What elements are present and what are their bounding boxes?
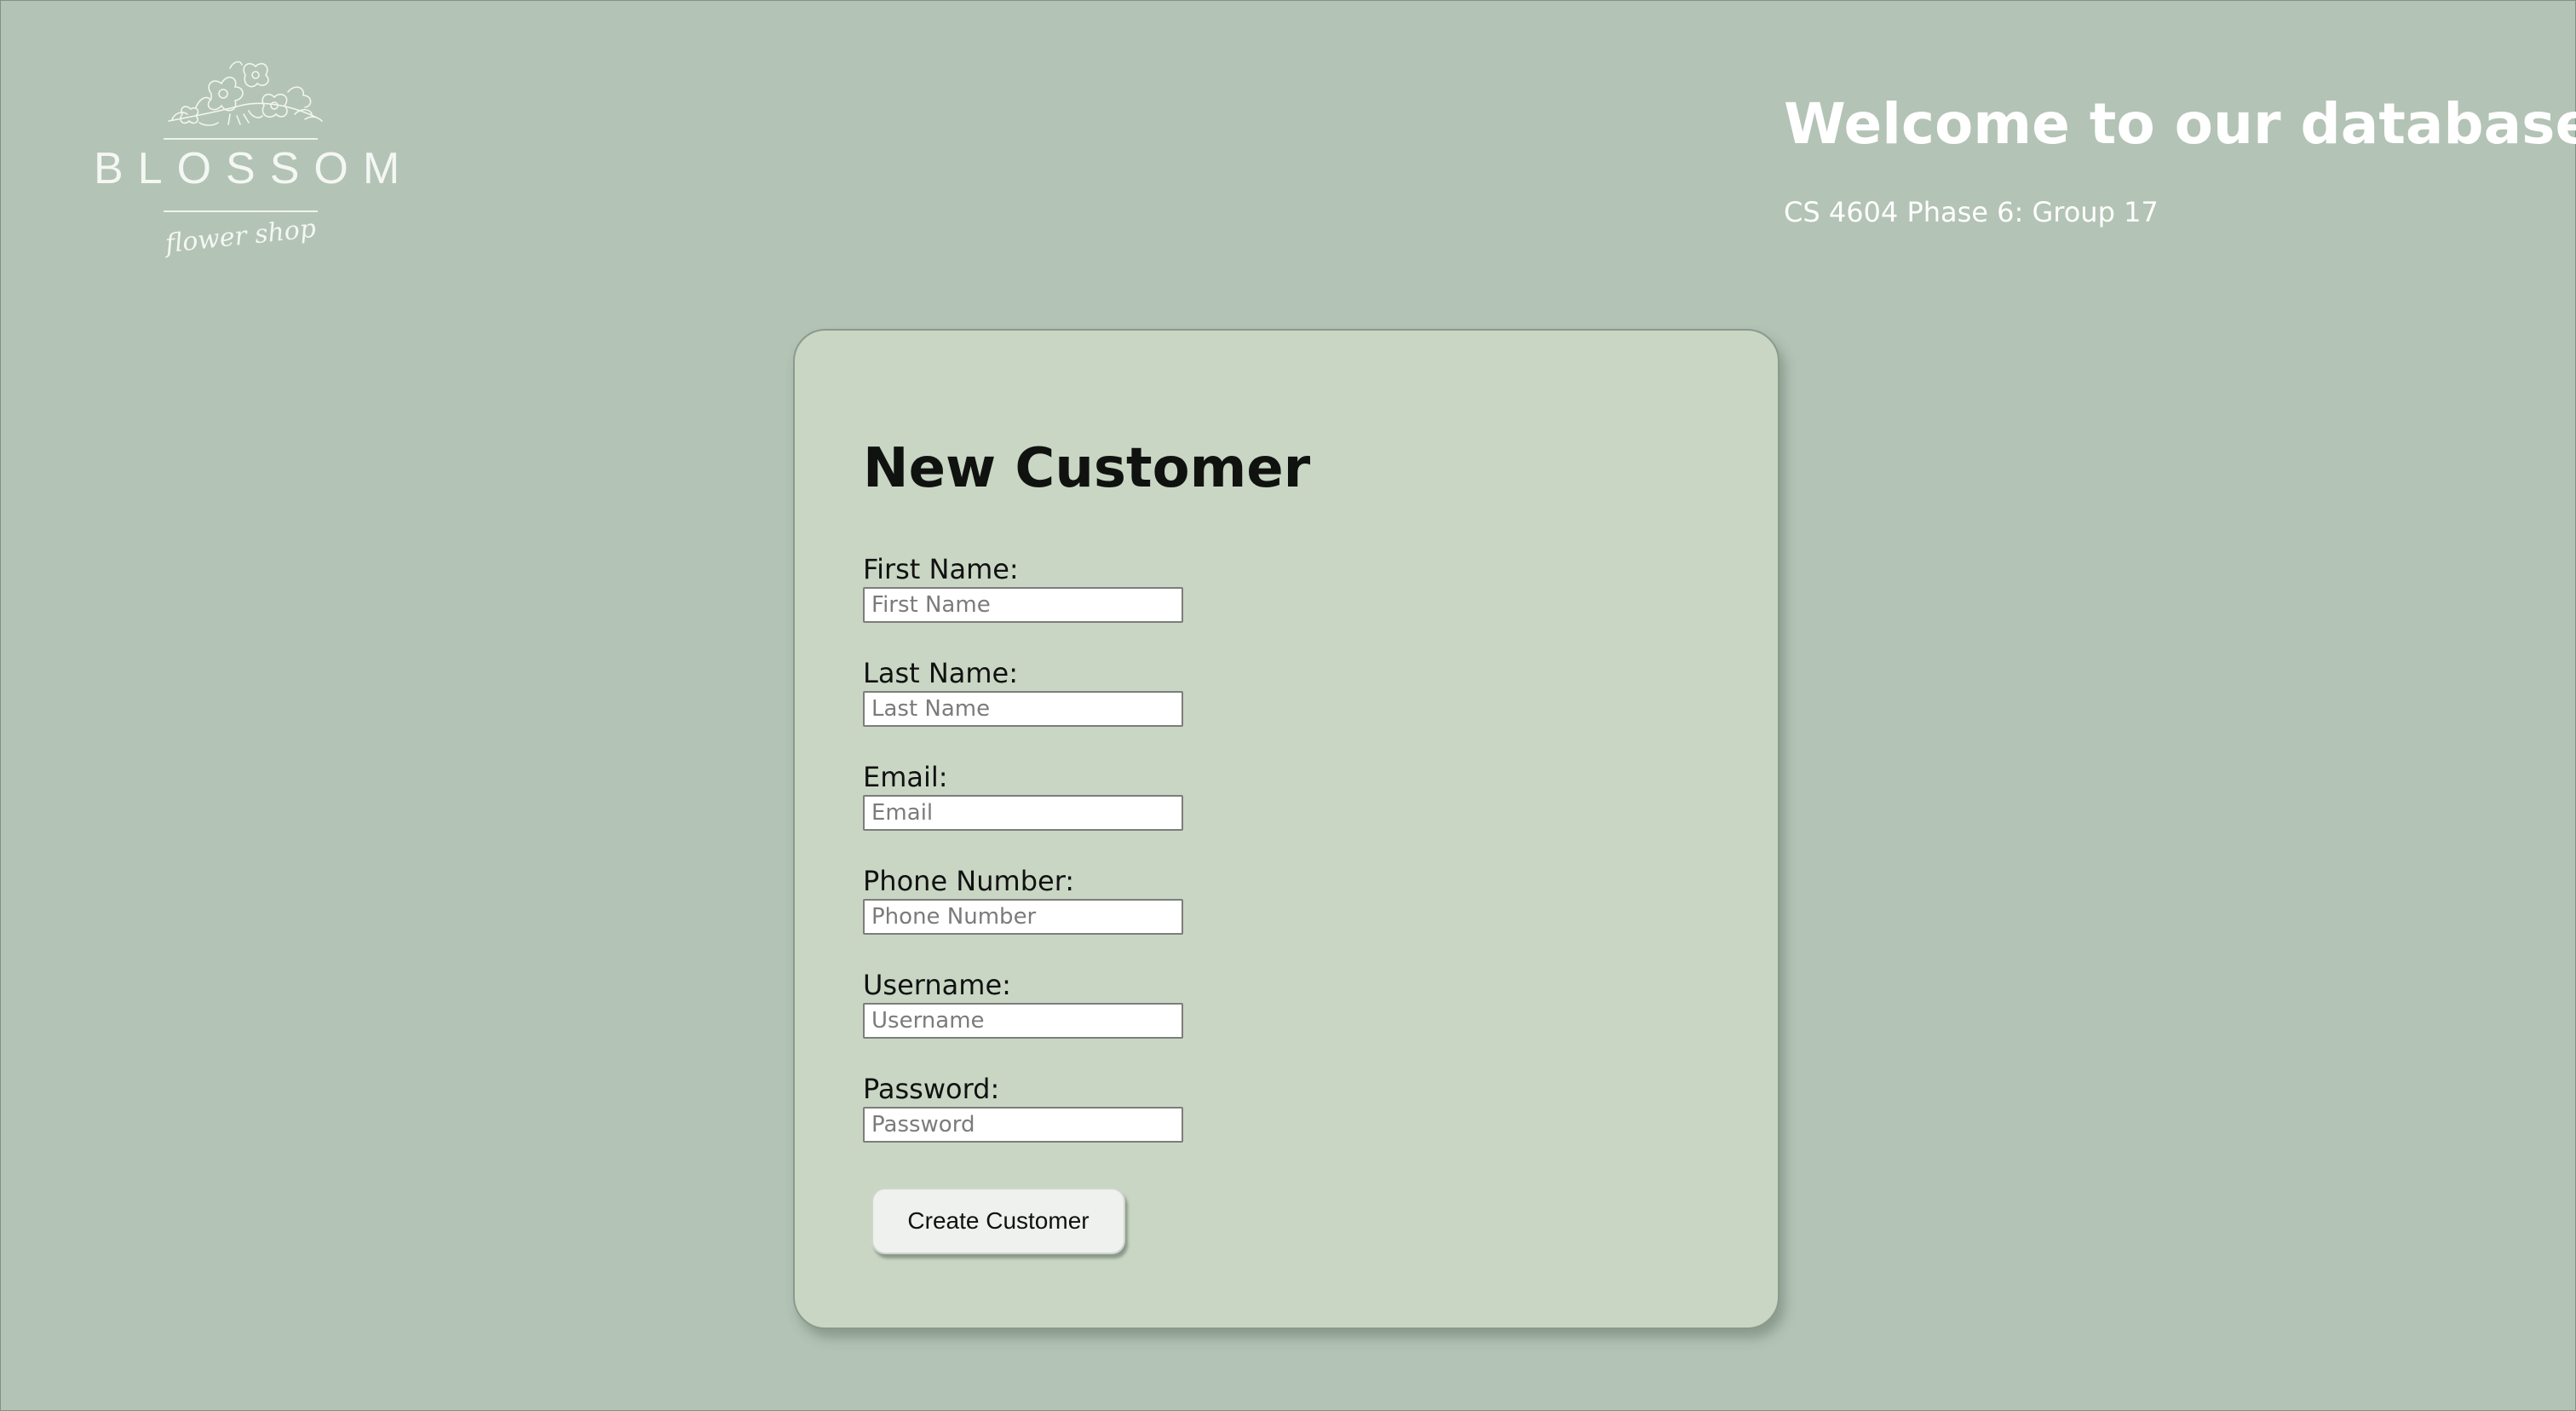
blossom-logo: BLOSSOM flower shop [94,55,415,268]
first-name-field-group: First Name: [863,556,1183,623]
phone-number-field-group: Phone Number: [863,867,1183,935]
logo-tagline: flower shop [164,213,318,260]
logo-wordmark: BLOSSOM [94,144,415,193]
last-name-label: Last Name: [863,657,1019,689]
logo-divider-bottom [164,210,318,212]
flower-branch-icon [168,60,323,126]
phone-number-label: Phone Number: [863,865,1075,897]
new-customer-form-card: New Customer First Name: Last Name: Emai… [793,329,1780,1329]
password-input[interactable] [863,1107,1183,1143]
password-field-group: Password: [863,1075,1183,1143]
logo-divider-top [164,138,318,140]
create-customer-button[interactable]: Create Customer [871,1188,1125,1254]
email-field-group: Email: [863,763,1183,831]
last-name-field-group: Last Name: [863,659,1183,727]
email-label: Email: [863,761,948,793]
phone-number-input[interactable] [863,899,1183,935]
first-name-label: First Name: [863,553,1019,585]
first-name-input[interactable] [863,587,1183,623]
username-label: Username: [863,969,1011,1001]
username-input[interactable] [863,1003,1183,1039]
welcome-heading: Welcome to our database! [1784,91,2576,157]
course-subtitle: CS 4604 Phase 6: Group 17 [1784,196,2159,228]
last-name-input[interactable] [863,691,1183,727]
form-title: New Customer [863,437,1311,500]
password-label: Password: [863,1073,1000,1105]
email-input[interactable] [863,795,1183,831]
username-field-group: Username: [863,971,1183,1039]
